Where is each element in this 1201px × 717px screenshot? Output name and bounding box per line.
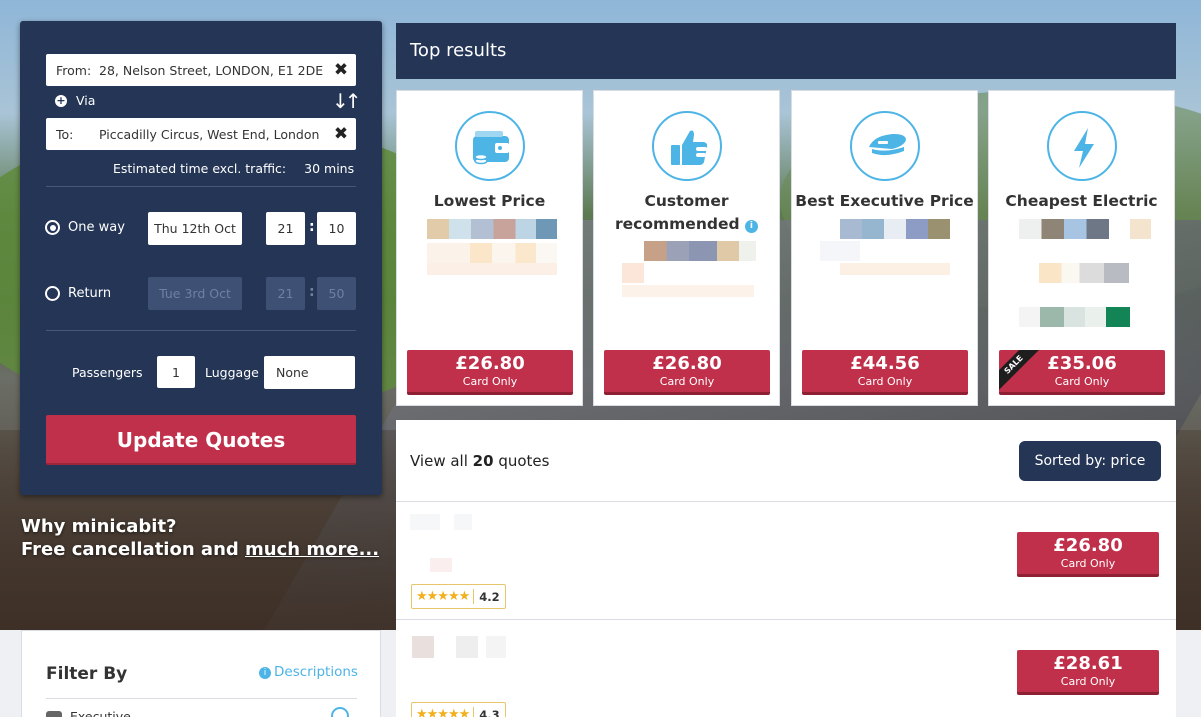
quote-count-suffix: quotes [493, 452, 550, 470]
card-payment-note: Card Only [659, 375, 715, 388]
card-payment-note: Card Only [1054, 375, 1110, 388]
divider [46, 330, 356, 331]
card-price-button[interactable]: £26.80 Card Only [407, 350, 573, 395]
much-more-link[interactable]: much more... [245, 539, 379, 560]
to-field[interactable]: To: Piccadilly Circus, West End, London … [46, 118, 356, 150]
quote-price: £26.80 [1053, 535, 1123, 556]
card-title: Lowest Price [433, 192, 546, 210]
time-separator: : [309, 284, 315, 300]
radio-selected-icon [45, 220, 60, 235]
update-quotes-button[interactable]: Update Quotes [46, 415, 356, 465]
clear-to-icon[interactable]: ✖ [326, 124, 356, 144]
plus-icon: + [55, 93, 67, 107]
return-minute-input[interactable]: 50 [317, 277, 356, 310]
top-result-card-customer-recommended[interactable]: Customer recommended i £26.80 Card Only [593, 90, 780, 406]
quote-row[interactable]: ★★★★★ 4.3 £28.61 Card Only [396, 620, 1176, 717]
one-way-radio[interactable]: One way [45, 220, 125, 235]
passengers-label: Passengers [72, 365, 143, 380]
quote-count-number: 20 [472, 452, 494, 470]
star-rating-icon: ★★★★★ [412, 589, 475, 604]
filter-panel: Filter By i Descriptions Executive [21, 630, 381, 717]
time-separator: : [309, 219, 315, 235]
return-date-input[interactable]: Tue 3rd Oct [148, 277, 242, 310]
quote-list-header: View all 20 quotes Sorted by: price [396, 420, 1176, 502]
clear-from-icon[interactable]: ✖ [326, 60, 356, 80]
top-result-card-lowest-price[interactable]: Lowest Price £26.80 Card Only [396, 90, 583, 406]
one-way-hour-input[interactable]: 21 [266, 212, 305, 245]
quote-price: £28.61 [1053, 653, 1123, 674]
card-title: Customer recommended i [594, 190, 779, 236]
divider [46, 698, 357, 699]
quote-payment-note: Card Only [1060, 557, 1116, 570]
promo-text: Why minicabit? Free cancellation and muc… [21, 515, 379, 561]
radio-unselected-icon [45, 286, 60, 301]
rating-badge: ★★★★★ 4.3 [411, 702, 506, 717]
card-price-button[interactable]: £44.56 Card Only [802, 350, 968, 395]
quote-count[interactable]: View all 20 quotes [410, 452, 549, 470]
return-radio[interactable]: Return [45, 286, 111, 301]
from-field[interactable]: From: 28, Nelson Street, LONDON, E1 2DE … [46, 54, 356, 86]
rating-value: 4.2 [479, 589, 500, 604]
promo-heading: Why minicabit? [21, 516, 177, 537]
filter-option-radio[interactable] [331, 707, 349, 717]
card-price-button[interactable]: SALE £35.06 Card Only [999, 350, 1165, 395]
promo-subheading: Free cancellation and [21, 539, 246, 560]
one-way-minute-input[interactable]: 10 [317, 212, 356, 245]
lightning-icon [1047, 111, 1117, 181]
search-panel: From: 28, Nelson Street, LONDON, E1 2DE … [20, 21, 382, 495]
one-way-label: One way [68, 220, 125, 235]
card-title: Best Executive Price [795, 192, 974, 210]
descriptions-label: Descriptions [274, 664, 358, 680]
car-icon [46, 711, 62, 717]
info-icon: i [259, 667, 271, 679]
card-price: £26.80 [652, 353, 722, 374]
top-result-card-best-executive[interactable]: Best Executive Price £44.56 Card Only [791, 90, 978, 406]
rating-badge: ★★★★★ 4.2 [411, 584, 506, 609]
return-label: Return [68, 286, 112, 301]
chauffeur-cap-icon [850, 111, 920, 181]
card-price: £44.56 [850, 353, 920, 374]
star-rating-icon: ★★★★★ [412, 707, 475, 717]
quote-price-button[interactable]: £28.61 Card Only [1017, 650, 1159, 695]
filter-title: Filter By [46, 664, 128, 684]
quote-count-prefix: View all [410, 452, 473, 470]
sort-button[interactable]: Sorted by: price [1019, 441, 1161, 481]
quote-row[interactable]: ★★★★★ 4.2 £26.80 Card Only [396, 502, 1176, 620]
card-price: £26.80 [455, 353, 525, 374]
card-price-button[interactable]: £26.80 Card Only [604, 350, 770, 395]
descriptions-link[interactable]: i Descriptions [259, 664, 358, 680]
top-results-header: Top results [396, 23, 1176, 79]
filter-option[interactable]: Executive [46, 709, 131, 717]
card-payment-note: Card Only [462, 375, 518, 388]
one-way-date-input[interactable]: Thu 12th Oct [148, 212, 242, 245]
passengers-input[interactable]: 1 [157, 356, 195, 388]
info-icon[interactable]: i [744, 220, 758, 233]
return-hour-input[interactable]: 21 [266, 277, 305, 310]
from-input[interactable]: 28, Nelson Street, LONDON, E1 2DE [99, 63, 326, 78]
card-title-text: Customer recommended [615, 192, 740, 233]
estimated-time-value: 30 mins [304, 161, 355, 176]
luggage-select[interactable]: None [264, 356, 355, 389]
to-label: To: [56, 126, 74, 142]
luggage-label: Luggage [205, 365, 259, 380]
card-title: Cheapest Electric [1005, 192, 1158, 210]
divider [46, 186, 356, 187]
filter-option-label: Executive [70, 709, 131, 717]
card-payment-note: Card Only [857, 375, 913, 388]
from-label: From: [56, 62, 92, 78]
quote-price-button[interactable]: £26.80 Card Only [1017, 532, 1159, 577]
thumbs-up-icon [652, 111, 722, 181]
rating-value: 4.3 [479, 707, 500, 717]
estimated-time: Estimated time excl. traffic: 30 mins [113, 161, 354, 176]
wallet-icon [455, 111, 525, 181]
quote-payment-note: Card Only [1060, 675, 1116, 688]
top-result-card-cheapest-electric[interactable]: Cheapest Electric SALE £35.06 Card Only [988, 90, 1175, 406]
swap-locations-icon[interactable]: ↓↑ [332, 89, 361, 113]
to-input[interactable]: Piccadilly Circus, West End, London [99, 127, 326, 142]
add-via-button[interactable]: + Via [55, 93, 95, 108]
estimated-time-label: Estimated time excl. traffic: [113, 161, 287, 176]
via-label: Via [76, 93, 96, 108]
